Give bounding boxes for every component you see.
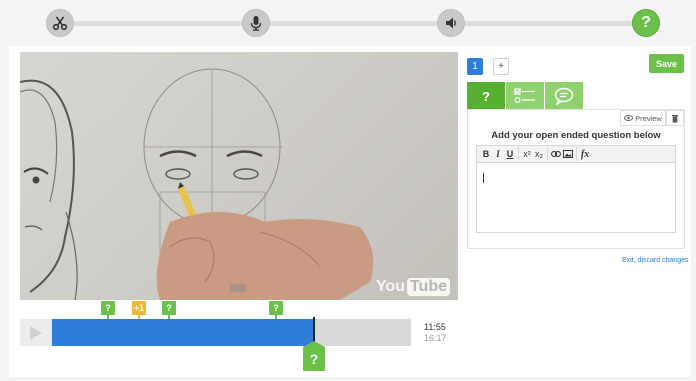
- scissors-icon: [52, 16, 68, 31]
- trash-icon: [672, 114, 678, 122]
- current-question-marker[interactable]: ?: [303, 347, 325, 371]
- question-mark-icon: ?: [482, 88, 490, 104]
- link-icon: [551, 151, 561, 157]
- text-caret: [483, 173, 484, 183]
- image-icon: [563, 150, 573, 158]
- preview-button[interactable]: Preview: [620, 110, 666, 126]
- underline-button[interactable]: U: [505, 148, 515, 160]
- tab-open-ended[interactable]: ?: [467, 82, 505, 110]
- timeline-track[interactable]: [52, 317, 411, 348]
- insert-group: [551, 147, 577, 161]
- rich-text-toolbar: B I U x² x₂ fx: [476, 145, 676, 163]
- timeline-progress: [52, 319, 314, 346]
- total-time: 16:17: [424, 333, 447, 343]
- timeline-marker-4[interactable]: ?: [269, 301, 283, 315]
- video-frame: [20, 68, 374, 300]
- editor-heading: Add your open ended question below: [491, 130, 661, 141]
- video-player[interactable]: You Tube: [20, 52, 458, 300]
- step-record[interactable]: [242, 9, 270, 37]
- formula-button[interactable]: fx: [580, 148, 590, 160]
- save-button[interactable]: Save: [649, 54, 684, 73]
- text-style-group: B I U: [481, 147, 519, 161]
- question-text-input[interactable]: [476, 163, 676, 233]
- question-number-tab[interactable]: 1: [467, 58, 483, 75]
- italic-button[interactable]: I: [493, 148, 503, 160]
- exit-discard-link[interactable]: Exit, discard changes: [622, 257, 689, 264]
- step-cut[interactable]: [46, 9, 74, 37]
- youtube-watermark: You Tube: [376, 278, 450, 296]
- checklist-icon: [514, 88, 535, 104]
- subscript-button[interactable]: x₂: [534, 148, 544, 160]
- current-time: 11:55: [424, 322, 446, 332]
- speech-bubble-icon: [554, 87, 574, 105]
- timeline-marker-1[interactable]: ?: [101, 301, 115, 315]
- step-questions[interactable]: ?: [632, 9, 660, 37]
- tab-comment[interactable]: [545, 82, 583, 110]
- bold-button[interactable]: B: [481, 148, 491, 160]
- link-button[interactable]: [551, 148, 561, 160]
- youtube-watermark-tube: Tube: [406, 278, 450, 296]
- step-track: [60, 21, 646, 26]
- timeline-marker-3[interactable]: ?: [162, 301, 176, 315]
- current-question-marker-label: ?: [309, 351, 319, 367]
- speaker-icon: [446, 17, 456, 29]
- superscript-button[interactable]: x²: [522, 148, 532, 160]
- preview-label: Preview: [635, 113, 662, 123]
- add-question-button[interactable]: +: [493, 58, 509, 75]
- image-button[interactable]: [563, 148, 573, 160]
- eye-icon: [624, 115, 634, 121]
- question-icon: ?: [641, 14, 651, 31]
- delete-question-button[interactable]: [666, 110, 684, 126]
- play-button[interactable]: [20, 319, 52, 346]
- youtube-watermark-you: You: [375, 278, 405, 295]
- play-icon: [30, 325, 42, 340]
- step-audio[interactable]: [437, 9, 465, 37]
- timeline-marker-2[interactable]: +1: [132, 301, 146, 315]
- step-bar: ?: [0, 0, 696, 46]
- main-panel: You Tube ? +1?? ? 11:55 16:17 1 + Save ?: [9, 46, 691, 377]
- script-group: x² x₂: [522, 147, 548, 161]
- microphone-icon: [250, 16, 262, 31]
- tab-multiple-choice[interactable]: [506, 82, 544, 110]
